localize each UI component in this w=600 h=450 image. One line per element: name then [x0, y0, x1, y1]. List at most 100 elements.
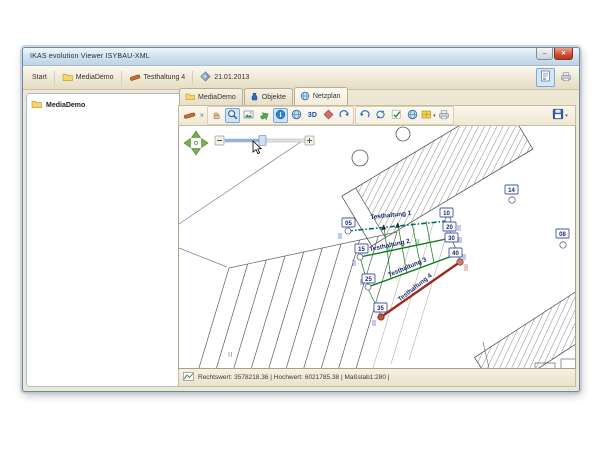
- svg-text:20: 20: [446, 225, 453, 231]
- pipe-testhaltung-3[interactable]: [368, 255, 455, 287]
- node-05[interactable]: 05: [342, 218, 355, 227]
- window-body: MediaDemo MediaDemo Objekte Netzplan: [23, 89, 579, 391]
- map-status-bar: Rechtswert: 3578218.36 | Hochwert: 60217…: [178, 369, 576, 387]
- magnifier-icon: [227, 107, 238, 125]
- minimize-button[interactable]: –: [536, 48, 553, 60]
- zoom-slider-fill: [225, 139, 262, 142]
- report-button[interactable]: [536, 68, 555, 87]
- map-tool-group-2: ▾: [355, 106, 454, 125]
- globe-icon: [300, 91, 310, 103]
- svg-text:i: i: [279, 110, 281, 119]
- image-icon: [243, 107, 254, 125]
- ribbon-right-tools: [536, 68, 574, 87]
- undo-button[interactable]: [357, 108, 372, 123]
- chevron-down-icon: ▾: [433, 113, 436, 119]
- pipe-icon: [183, 107, 196, 125]
- tab-mediademo[interactable]: MediaDemo: [179, 88, 243, 105]
- node-40[interactable]: 40: [449, 248, 462, 257]
- node-08[interactable]: 08: [556, 229, 569, 238]
- 3d-icon: 3D: [308, 112, 317, 119]
- print-button[interactable]: [557, 69, 574, 86]
- map-tool-group: i 3D: [207, 106, 354, 125]
- building-hatched-bottom-right: [474, 274, 575, 368]
- zoom-slider[interactable]: [215, 136, 314, 146]
- tab-label: MediaDemo: [198, 94, 236, 101]
- ribbon-item-mediademo[interactable]: MediaDemo: [58, 70, 118, 86]
- tree-item-mediademo[interactable]: MediaDemo: [31, 99, 178, 111]
- svg-text:35: 35: [377, 306, 384, 312]
- window-controls: – ✕: [536, 48, 573, 60]
- zoom-tool-button[interactable]: [225, 108, 240, 123]
- background-image-button[interactable]: [241, 108, 256, 123]
- pan-hand-button[interactable]: [209, 108, 224, 123]
- close-button[interactable]: ✕: [554, 48, 573, 60]
- refresh-button[interactable]: [373, 108, 388, 123]
- compass-icon: [200, 71, 211, 84]
- toolbar-overflow-button[interactable]: »: [198, 112, 206, 119]
- globe-icon: [407, 107, 418, 125]
- globe-view-button[interactable]: [289, 108, 304, 123]
- svg-text:10: 10: [443, 211, 450, 217]
- redo-button[interactable]: [337, 108, 352, 123]
- document-tabs: MediaDemo Objekte Netzplan: [178, 89, 576, 105]
- ribbon-item-testhaltung4[interactable]: Testhaltung 4: [125, 70, 190, 86]
- netzplan-drawing: 05 10 20 30 40 15 25 35 14 08 Testhaltun…: [179, 126, 575, 368]
- select-objects-button[interactable]: [389, 108, 404, 123]
- ribbon-item-label: MediaDemo: [76, 74, 114, 81]
- print-map-button[interactable]: [437, 108, 452, 123]
- tree-item-label: MediaDemo: [46, 102, 85, 109]
- red-diamond-icon: [323, 107, 334, 125]
- ribbon-item-start[interactable]: Start: [28, 72, 51, 83]
- ribbon-separator: [192, 71, 193, 85]
- node-25[interactable]: 25: [362, 274, 375, 283]
- chevron-down-icon: ▾: [565, 113, 568, 119]
- report-icon: [540, 69, 551, 87]
- folder-icon: [31, 99, 42, 111]
- svg-text:25: 25: [365, 277, 372, 283]
- save-map-button[interactable]: ▾: [548, 108, 572, 123]
- app-window: IKAS evolution Viewer ISYBAU-XML – ✕ Sta…: [22, 47, 580, 392]
- ribbon-separator: [54, 71, 55, 85]
- pipe-icon: [129, 72, 141, 84]
- node-15[interactable]: 15: [355, 244, 368, 253]
- parcel-stripes: [206, 236, 379, 368]
- style-button[interactable]: [321, 108, 336, 123]
- coordinates-text: Rechtswert: 3578218.36 | Hochwert: 60217…: [198, 374, 390, 381]
- main-area: MediaDemo Objekte Netzplan »: [178, 89, 576, 387]
- info-icon: i: [275, 107, 286, 125]
- project-tree-panel[interactable]: MediaDemo: [26, 93, 183, 387]
- node-10[interactable]: 10: [440, 208, 453, 217]
- svg-text:05: 05: [345, 221, 352, 227]
- export-view-button[interactable]: [257, 108, 272, 123]
- tab-netzplan[interactable]: Netzplan: [294, 87, 348, 105]
- node-14[interactable]: 14: [505, 185, 518, 194]
- ribbon-item-label: Start: [32, 74, 47, 81]
- hand-icon: [211, 107, 222, 125]
- layers-dropdown-button[interactable]: ▾: [421, 108, 436, 123]
- node-20[interactable]: 20: [443, 222, 456, 231]
- grid-layers-icon: [421, 107, 432, 125]
- info-tool-button[interactable]: i: [273, 108, 288, 123]
- save-disk-icon: [552, 107, 564, 125]
- globe-settings-button[interactable]: [405, 108, 420, 123]
- green-arrow-icon: [259, 107, 270, 125]
- title-bar[interactable]: IKAS evolution Viewer ISYBAU-XML – ✕: [23, 48, 579, 66]
- tab-label: Objekte: [262, 94, 286, 101]
- view-3d-button[interactable]: 3D: [305, 108, 320, 123]
- svg-text:30: 30: [448, 236, 455, 242]
- netzplan-canvas[interactable]: 05 10 20 30 40 15 25 35 14 08 Testhaltun…: [178, 126, 576, 369]
- map-toolbar: » i 3D ▾: [178, 105, 576, 126]
- node-30[interactable]: 30: [445, 233, 458, 242]
- objects-icon: [250, 91, 259, 103]
- node-35[interactable]: 35: [374, 303, 387, 312]
- ribbon-item-date[interactable]: 21.01.2013: [196, 69, 253, 86]
- building-hatched-top: [342, 126, 533, 246]
- pan-control[interactable]: [184, 131, 208, 155]
- svg-text:15: 15: [358, 247, 365, 253]
- zoom-slider-handle[interactable]: [259, 136, 266, 146]
- tab-objekte[interactable]: Objekte: [244, 88, 293, 105]
- map-status-icon: [183, 372, 194, 383]
- check-cursor-icon: [391, 107, 402, 125]
- refresh-icon: [375, 107, 386, 125]
- draw-pipe-button[interactable]: [182, 108, 197, 123]
